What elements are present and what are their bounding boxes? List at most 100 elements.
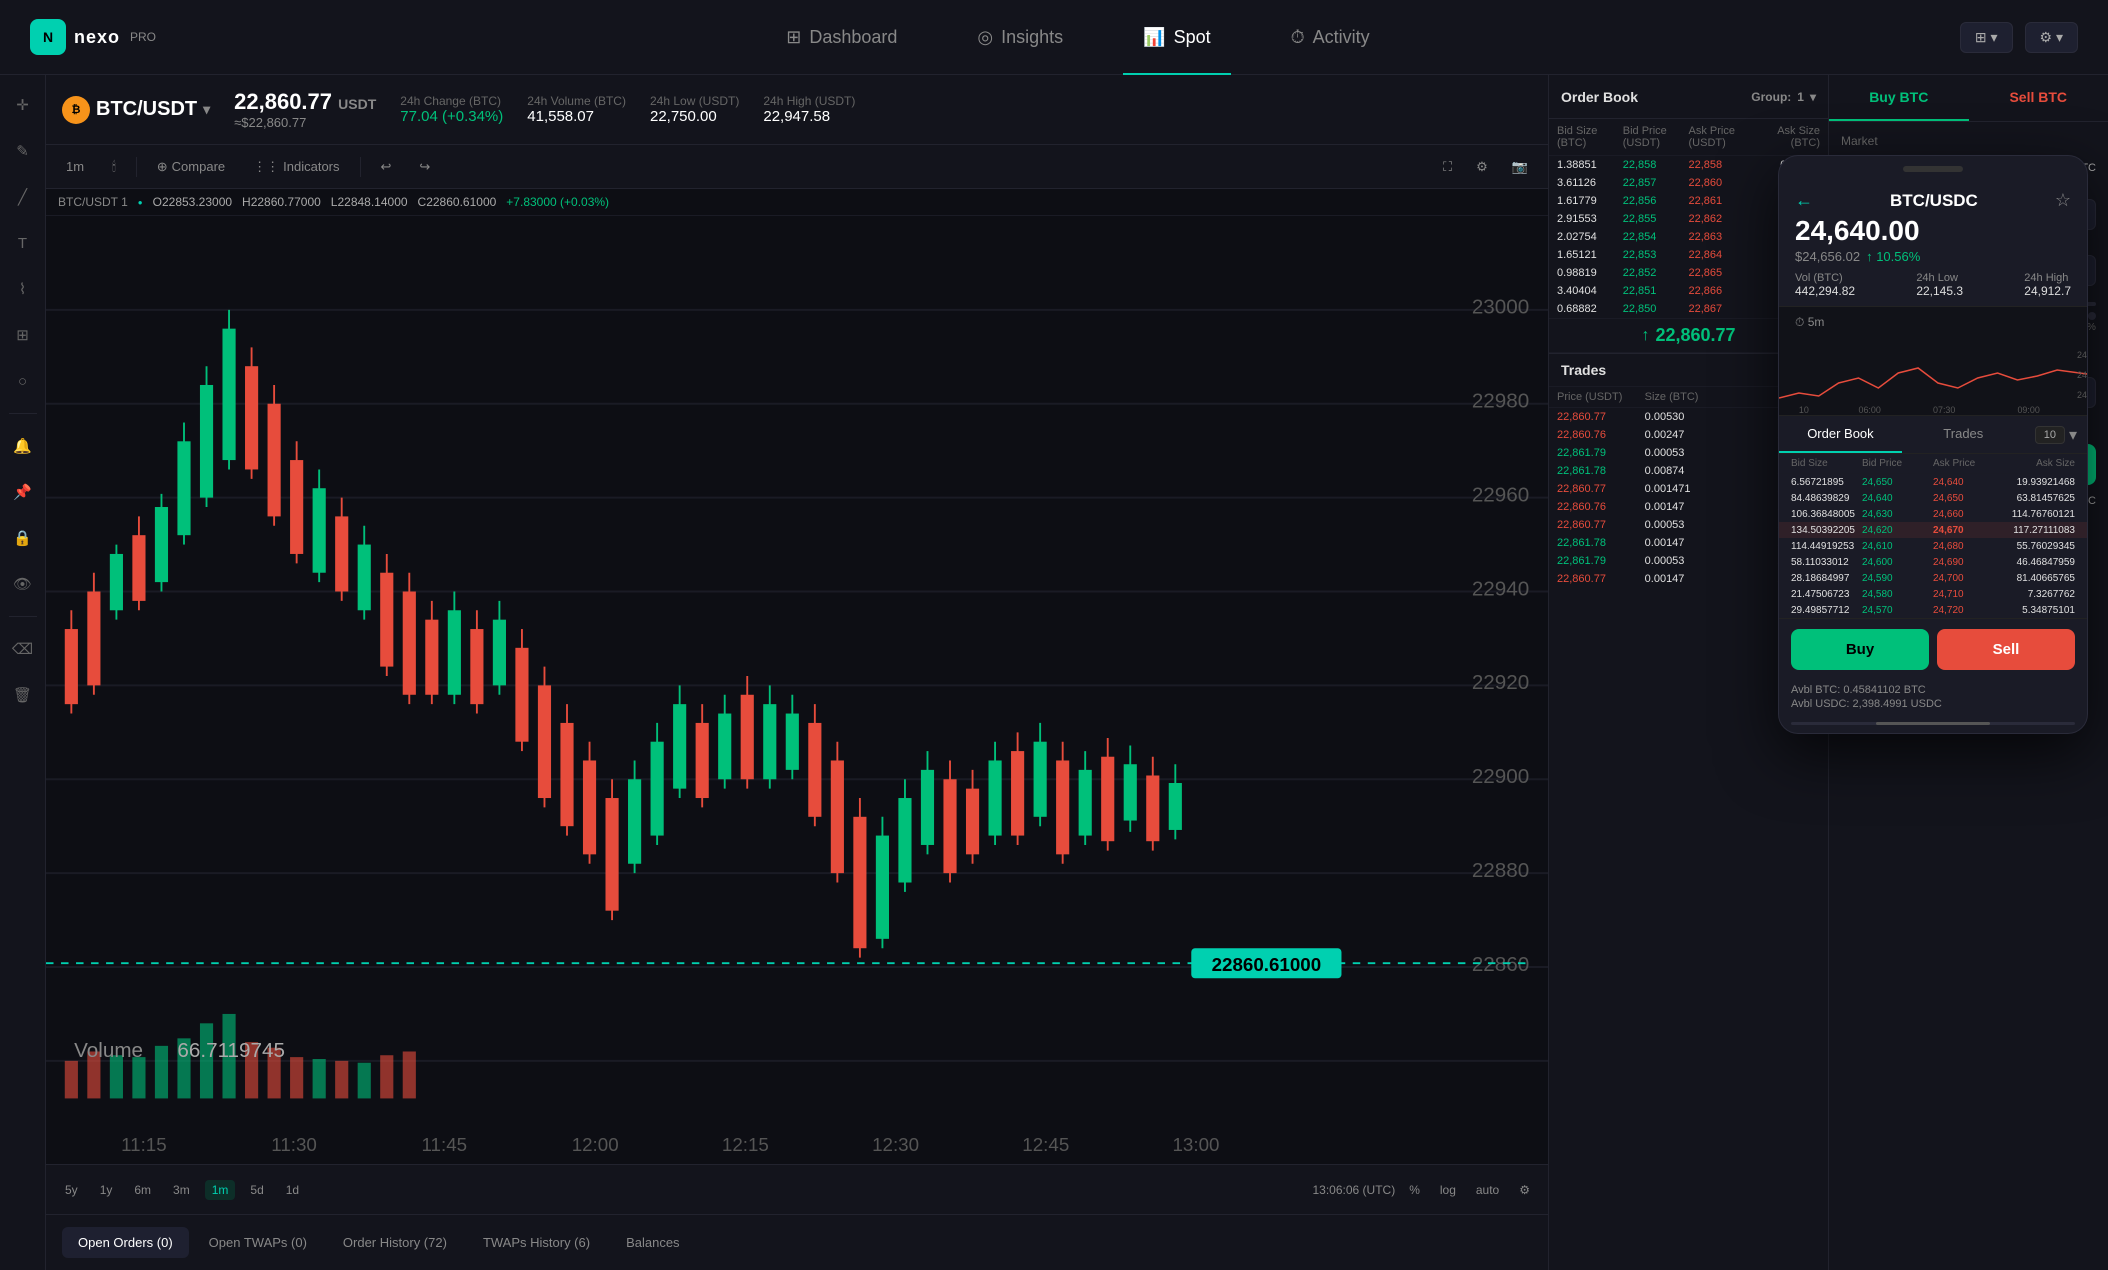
group-label: Group:: [1751, 90, 1791, 104]
auto-toggle[interactable]: auto: [1470, 1181, 1505, 1199]
topnav: N nexo PRO ⊞ Dashboard ◎ Insights 📊 Spot…: [0, 0, 2108, 75]
price-unit: USDT: [338, 96, 376, 112]
col-bid-size: Bid Size(BTC): [1557, 125, 1623, 149]
nav-dashboard[interactable]: ⊞ Dashboard: [746, 0, 937, 75]
tf-1d[interactable]: 1d: [279, 1180, 306, 1200]
group-control[interactable]: Group: 1 ▾: [1751, 90, 1816, 104]
logo[interactable]: N nexo PRO: [30, 19, 156, 55]
line-icon[interactable]: ╱: [9, 183, 37, 211]
tab-order-history[interactable]: Order History (72): [327, 1227, 463, 1258]
eye-icon[interactable]: 👁: [9, 570, 37, 598]
fullscreen-btn[interactable]: ⛶: [1435, 155, 1460, 179]
lock-icon[interactable]: 🔒: [9, 524, 37, 552]
log-toggle[interactable]: log: [1434, 1181, 1462, 1199]
sidebar-divider-1: [9, 413, 37, 414]
mob-ob-row: 29.4985771224,57024,7205.34875101: [1779, 602, 2087, 618]
sidebar-divider-2: [9, 616, 37, 617]
timeframe-1m[interactable]: 1m: [58, 155, 92, 178]
percent-toggle[interactable]: %: [1403, 1181, 1426, 1199]
svg-text:11:30: 11:30: [271, 1134, 317, 1155]
svg-text:22940: 22940: [1472, 577, 1529, 600]
price-value: 22,860.77: [234, 89, 332, 114]
measure-icon[interactable]: ○: [9, 367, 37, 395]
chart-type-btn[interactable]: 🕯: [104, 155, 124, 179]
svg-text:22900: 22900: [1472, 765, 1529, 788]
mob-header: ← BTC/USDC ☆: [1779, 182, 2087, 215]
pair-selector[interactable]: ₿ BTC/USDT ▾: [62, 96, 210, 124]
mob-tf-value: 5m: [1808, 315, 1825, 329]
svg-text:09:00: 09:00: [2017, 405, 2039, 415]
tf-5d[interactable]: 5d: [243, 1180, 270, 1200]
left-sidebar: ✛ ✎ ╱ T ⌇ ⊞ ○ 🔔 📌 🔒 👁 ⌫ 🗑: [0, 75, 46, 1270]
orderbook-header: Order Book Group: 1 ▾: [1549, 75, 1828, 119]
nav-dashboard-label: Dashboard: [809, 27, 897, 48]
fibonacci-icon[interactable]: ⌇: [9, 275, 37, 303]
spot-icon: 📊: [1143, 27, 1165, 48]
pencil-icon[interactable]: ✎: [9, 137, 37, 165]
undo-btn[interactable]: ↩: [373, 155, 400, 179]
eraser-icon[interactable]: ⌫: [9, 635, 37, 663]
tab-buy-btc[interactable]: Buy BTC: [1829, 75, 1969, 121]
tf-1y[interactable]: 1y: [93, 1180, 120, 1200]
chart-toolbar: 1m 🕯 ⊕ Compare ⋮⋮ Indicators ↩ ↪ ⛶ ⚙ 📷: [46, 145, 1548, 189]
nav-insights[interactable]: ◎ Insights: [937, 0, 1103, 75]
chart-header: ₿ BTC/USDT ▾ 22,860.77 USDT ≈$22,860.77 …: [46, 75, 1548, 145]
mob-low-label: 24h Low: [1916, 272, 1963, 284]
chart-body[interactable]: 23000 22980 22960 22940 22920 22900 2288…: [46, 216, 1548, 1164]
tf-6m[interactable]: 6m: [127, 1180, 158, 1200]
high-value: 22,947.58: [763, 108, 855, 125]
svg-text:12:00: 12:00: [572, 1134, 619, 1155]
mob-count-badge[interactable]: 10: [2035, 426, 2065, 444]
tab-twaps-history[interactable]: TWAPs History (6): [467, 1227, 606, 1258]
balances-label: Balances: [626, 1235, 679, 1250]
nav-spot[interactable]: 📊 Spot: [1103, 0, 1250, 75]
gear-btn[interactable]: ⚙ ▾: [2025, 22, 2078, 53]
indicators-btn[interactable]: ⋮⋮ Indicators: [245, 155, 347, 179]
mob-count-chevron[interactable]: ▾: [2069, 425, 2077, 445]
indicators-label: Indicators: [283, 159, 339, 174]
tab-sell-btc[interactable]: Sell BTC: [1969, 75, 2108, 121]
mob-sell-button[interactable]: Sell: [1937, 629, 2075, 670]
screenshot-btn[interactable]: 📷: [1504, 155, 1536, 179]
group-val: 1: [1797, 90, 1804, 104]
tf-1m[interactable]: 1m: [205, 1180, 236, 1200]
alert-icon[interactable]: 🔔: [9, 432, 37, 460]
svg-text:24700: 24700: [2077, 350, 2087, 360]
mob-star-btn[interactable]: ☆: [2055, 190, 2071, 211]
ob-columns: Bid Size(BTC) Bid Price(USDT) Ask Price(…: [1549, 119, 1828, 156]
candlestick-chart: 23000 22980 22960 22940 22920 22900 2288…: [46, 216, 1548, 1155]
mob-buy-button[interactable]: Buy: [1791, 629, 1929, 670]
pattern-icon[interactable]: ⊞: [9, 321, 37, 349]
order-type-row: Market: [1841, 134, 2096, 148]
text-icon[interactable]: T: [9, 229, 37, 257]
crosshair-icon[interactable]: ✛: [9, 91, 37, 119]
mob-pair: BTC/USDC: [1890, 191, 1978, 211]
display-settings-btn[interactable]: ⊞ ▾: [1960, 22, 2013, 53]
volume-value: 41,558.07: [527, 108, 626, 125]
settings-chart-btn[interactable]: ⚙: [1513, 1181, 1536, 1199]
slider-dot-100[interactable]: [2088, 312, 2096, 320]
nav-items: ⊞ Dashboard ◎ Insights 📊 Spot ⏱ Activity: [196, 0, 1960, 75]
chevron-down-icon: ▾: [203, 101, 210, 118]
dot-icon: ●: [138, 198, 143, 207]
note-icon[interactable]: 📌: [9, 478, 37, 506]
redo-btn[interactable]: ↪: [411, 155, 438, 179]
svg-text:22860: 22860: [1472, 953, 1529, 976]
svg-text:12:15: 12:15: [722, 1134, 769, 1155]
tf-5y[interactable]: 5y: [58, 1180, 85, 1200]
settings-icon[interactable]: ⚙: [1468, 155, 1496, 179]
grid-icon: ⊞: [786, 27, 801, 48]
change-label: 24h Change (BTC): [400, 94, 503, 108]
nav-activity[interactable]: ⏱ Activity: [1251, 0, 1410, 75]
chart-bottom-toolbar: 5y 1y 6m 3m 1m 5d 1d 13:06:06 (UTC) % lo…: [46, 1164, 1548, 1214]
svg-text:07:30: 07:30: [1933, 405, 1955, 415]
tf-3m[interactable]: 3m: [166, 1180, 197, 1200]
trades-col-price: Price (USDT): [1557, 391, 1645, 403]
tab-open-twaps[interactable]: Open TWAPs (0): [193, 1227, 323, 1258]
trash-icon[interactable]: 🗑: [9, 681, 37, 709]
mob-back-btn[interactable]: ←: [1795, 190, 1813, 211]
clock-icon: ⏱: [1795, 315, 1804, 329]
tab-open-orders[interactable]: Open Orders (0): [62, 1227, 189, 1258]
tab-balances[interactable]: Balances: [610, 1227, 695, 1258]
compare-btn[interactable]: ⊕ Compare: [149, 155, 233, 179]
